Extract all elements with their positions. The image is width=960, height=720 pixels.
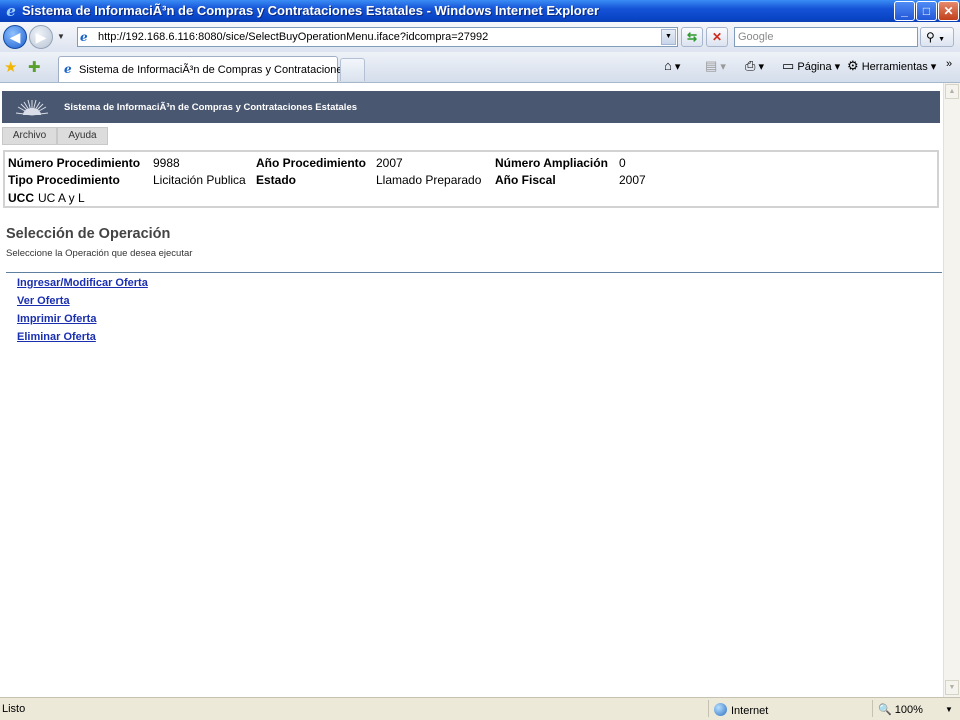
ucc-value: UC A y L <box>38 191 85 205</box>
page-menu-icon: ▭ <box>782 58 795 73</box>
feeds-button[interactable]: ▤ ▾ <box>705 58 726 74</box>
forward-button[interactable]: ▶ <box>29 25 53 49</box>
app-title: Sistema de InformaciÃ³n de Compras y Con… <box>64 102 358 113</box>
page-menu-label: Página <box>797 61 832 73</box>
section-title: Selección de Operación <box>6 226 171 242</box>
zoom-dropdown-icon[interactable]: ▼ <box>945 705 953 714</box>
search-placeholder: Google <box>738 31 774 43</box>
estado-label: Estado <box>256 173 297 187</box>
address-url[interactable]: http://192.168.6.116:8080/sice/SelectBuy… <box>98 31 488 43</box>
status-text: Listo <box>2 703 26 715</box>
anio-procedimiento-label: Año Procedimiento <box>256 156 367 170</box>
new-tab-button[interactable] <box>340 58 365 81</box>
tools-menu-label: Herramientas <box>861 61 928 73</box>
address-bar[interactable]: e http://192.168.6.116:8080/sice/SelectB… <box>77 27 678 47</box>
anio-procedimiento-value: 2007 <box>376 156 403 170</box>
toolbar-overflow-icon[interactable]: » <box>946 58 952 70</box>
section-divider <box>6 272 942 273</box>
scroll-up-icon[interactable]: ▲ <box>945 84 959 99</box>
section-subtitle: Seleccione la Operación que desea ejecut… <box>6 248 193 259</box>
stop-button[interactable]: ✕ <box>706 27 728 47</box>
status-separator <box>708 700 709 717</box>
app-header: Sistema de InformaciÃ³n de Compras y Con… <box>2 91 940 123</box>
tipo-procedimiento-label: Tipo Procedimiento <box>8 173 120 187</box>
history-dropdown-icon[interactable]: ▼ <box>57 32 65 41</box>
close-button[interactable]: ✕ <box>938 1 959 21</box>
navigation-bar: ◀ ▶ ▼ e http://192.168.6.116:8080/sice/S… <box>0 22 960 53</box>
maximize-button[interactable]: □ <box>916 1 937 21</box>
gear-icon: ⚙ <box>847 58 859 73</box>
back-button[interactable]: ◀ <box>3 25 27 49</box>
tab-bar: ★ ✚ e Sistema de InformaciÃ³n de Compras… <box>0 52 960 83</box>
minimize-button[interactable]: _ <box>894 1 915 21</box>
tipo-procedimiento-value: Licitación Publica <box>153 173 246 187</box>
tools-menu-button[interactable]: ⚙ Herramientas ▾ <box>847 58 936 74</box>
ucc-label: UCC <box>8 191 34 205</box>
zoom-icon: 🔍 <box>878 704 892 716</box>
link-ver-oferta[interactable]: Ver Oferta <box>17 295 70 307</box>
link-imprimir-oferta[interactable]: Imprimir Oferta <box>17 313 96 325</box>
scroll-down-icon[interactable]: ▼ <box>945 680 959 695</box>
sun-logo-icon <box>15 99 49 116</box>
tab-label: Sistema de InformaciÃ³n de Compras y Con… <box>79 64 352 76</box>
numero-procedimiento-value: 9988 <box>153 156 180 170</box>
numero-procedimiento-label: Número Procedimiento <box>8 156 141 170</box>
print-button[interactable]: ⎙ ▾ <box>745 58 764 74</box>
status-bar: Listo Internet 🔍 100% ▼ <box>0 697 960 720</box>
internet-explorer-icon: e <box>6 2 16 20</box>
vertical-scrollbar[interactable]: ▲ ▼ <box>943 83 960 697</box>
menu-archivo[interactable]: Archivo <box>2 127 57 145</box>
print-icon: ⎙ <box>745 58 756 73</box>
anio-fiscal-label: Año Fiscal <box>495 173 556 187</box>
link-eliminar-oferta[interactable]: Eliminar Oferta <box>17 331 96 343</box>
window-title: Sistema de InformaciÃ³n de Compras y Con… <box>22 3 600 18</box>
status-separator <box>872 700 873 717</box>
page-menu-button[interactable]: ▭ Página ▾ <box>782 58 840 74</box>
add-favorite-icon[interactable]: ✚ <box>28 58 41 76</box>
refresh-button[interactable]: ⇆ <box>681 27 703 47</box>
anio-fiscal-value: 2007 <box>619 173 646 187</box>
page-content: Sistema de InformaciÃ³n de Compras y Con… <box>0 83 943 697</box>
zone-label: Internet <box>731 705 769 717</box>
home-button[interactable]: ⌂ ▾ <box>664 58 680 73</box>
tab-page-icon: e <box>64 62 72 76</box>
zoom-value: 100% <box>894 704 923 716</box>
search-button[interactable]: ⚲ ▼ <box>920 27 954 47</box>
menu-ayuda[interactable]: Ayuda <box>57 127 108 145</box>
zoom-level[interactable]: 🔍 100% <box>878 703 923 716</box>
numero-ampliacion-label: Número Ampliación <box>495 156 608 170</box>
home-icon: ⌂ <box>664 58 672 73</box>
page-icon: e <box>80 30 88 44</box>
procedure-info-panel: Número Procedimiento 9988 Año Procedimie… <box>3 150 939 208</box>
search-icon: ⚲ <box>926 30 935 44</box>
tab-sice[interactable]: e Sistema de InformaciÃ³n de Compras y C… <box>58 56 352 82</box>
address-dropdown-icon[interactable]: ▼ <box>661 29 676 45</box>
estado-value: Llamado Preparado <box>376 173 482 187</box>
feeds-icon: ▤ <box>705 58 718 73</box>
security-zone: Internet <box>714 703 768 717</box>
favorites-star-icon[interactable]: ★ <box>4 58 17 76</box>
link-ingresar-modificar-oferta[interactable]: Ingresar/Modificar Oferta <box>17 277 148 289</box>
numero-ampliacion-value: 0 <box>619 156 626 170</box>
globe-icon <box>714 703 727 716</box>
window-title-bar: e Sistema de InformaciÃ³n de Compras y C… <box>0 0 960 22</box>
search-input[interactable]: Google <box>734 27 918 47</box>
